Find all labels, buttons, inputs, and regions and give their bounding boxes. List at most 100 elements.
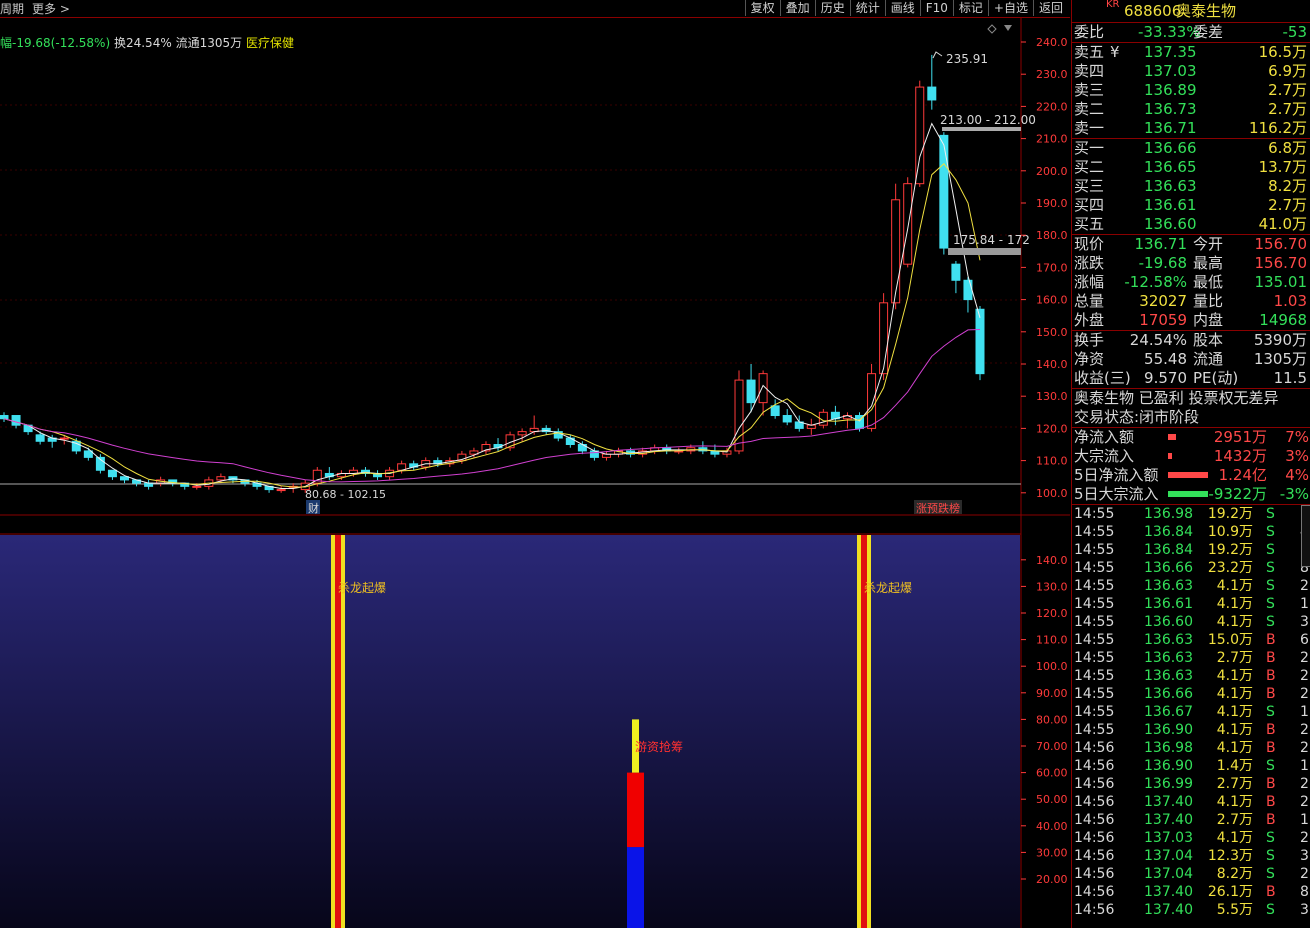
trade-count: 1 bbox=[1300, 758, 1309, 774]
fund-value-2: 5390万 bbox=[1253, 331, 1307, 349]
candle-body bbox=[107, 469, 117, 478]
quote-row: 涨幅 -12.58% 最低 135.01 bbox=[1072, 273, 1310, 292]
price-tick: 240.0 bbox=[1036, 36, 1068, 49]
trade-time: 14:55 bbox=[1074, 632, 1115, 648]
moving-average-lines bbox=[3, 122, 981, 489]
trade-time: 14:55 bbox=[1074, 722, 1115, 738]
trades-row: 14:56 137.04 8.2万 S 2 bbox=[1072, 865, 1310, 883]
trade-time: 14:55 bbox=[1074, 704, 1115, 720]
quote-value: 17059 bbox=[1139, 311, 1187, 329]
stock-name[interactable]: 奥泰生物 bbox=[1176, 0, 1236, 22]
stock-title: KR 688606 奥泰生物 bbox=[1072, 0, 1310, 23]
stock-code[interactable]: 688606 bbox=[1124, 0, 1181, 22]
trade-time: 14:55 bbox=[1074, 524, 1115, 540]
trade-volume: 4.1万 bbox=[1216, 614, 1253, 630]
sell-price: 137.35 bbox=[1144, 43, 1197, 61]
toolbar-button-1[interactable]: 叠加 bbox=[779, 0, 815, 16]
trades-row: 14:55 136.63 4.1万 B 2 bbox=[1072, 667, 1310, 685]
trade-volume: 4.1万 bbox=[1216, 740, 1253, 756]
buy-price: 136.66 bbox=[1144, 139, 1197, 157]
buy-price: 136.60 bbox=[1144, 215, 1197, 233]
sellbook-row: 卖四 137.03 6.9万 bbox=[1072, 62, 1310, 81]
flow-label: 净流入额 bbox=[1074, 428, 1135, 446]
buy-volume: 41.0万 bbox=[1258, 215, 1307, 233]
trade-volume: 19.2万 bbox=[1207, 506, 1253, 522]
candle-body bbox=[770, 405, 780, 417]
yen-icon[interactable]: ¥ bbox=[1110, 43, 1120, 62]
candle-body bbox=[192, 485, 202, 488]
trade-time: 14:55 bbox=[1074, 668, 1115, 684]
trade-volume: 5.5万 bbox=[1216, 902, 1253, 918]
sellbook-row: 卖五 137.35 16.5万 ¥ bbox=[1072, 43, 1310, 62]
buy-label: 买三 bbox=[1074, 177, 1105, 195]
price-tick: 180.0 bbox=[1036, 229, 1068, 242]
quote-label-2: 最低 bbox=[1193, 273, 1224, 291]
candle-body bbox=[951, 263, 961, 281]
candle-body bbox=[11, 415, 21, 426]
status-text-1: 奥泰生物 已盈利 投票权无差异 bbox=[1074, 389, 1279, 407]
diamond-icon[interactable] bbox=[987, 24, 997, 34]
candle-body bbox=[939, 134, 949, 249]
candle-body bbox=[144, 482, 154, 487]
fund-label: 净资 bbox=[1074, 350, 1105, 368]
toolbar-button-3[interactable]: 统计 bbox=[849, 0, 885, 16]
fund-row: 换手 24.54% 股本 5390万 bbox=[1072, 331, 1310, 350]
trade-count: 2 bbox=[1300, 722, 1309, 738]
osc-tick: 120.0 bbox=[1036, 607, 1068, 620]
quote-label-2: 最高 bbox=[1193, 254, 1224, 272]
candle-body bbox=[517, 431, 527, 436]
quote-value: -12.58% bbox=[1124, 273, 1187, 291]
trade-price: 137.03 bbox=[1144, 830, 1193, 846]
toolbar-button-7[interactable]: +自选 bbox=[987, 0, 1033, 16]
trade-volume: 2.7万 bbox=[1216, 776, 1253, 792]
trade-time: 14:56 bbox=[1074, 848, 1115, 864]
price-tick: 200.0 bbox=[1036, 165, 1068, 178]
trade-count: 2 bbox=[1300, 794, 1309, 810]
trade-price: 136.98 bbox=[1144, 506, 1193, 522]
fundamentals-block: 换手 24.54% 股本 5390万 净资 55.48 流通 1305万 收益(三) 9.570 P… bbox=[1072, 331, 1310, 389]
toolbar-button-5[interactable]: F10 bbox=[919, 0, 953, 16]
toolbar-button-2[interactable]: 历史 bbox=[814, 0, 850, 16]
flow-pct: 4% bbox=[1285, 466, 1309, 484]
price-tick: 110.0 bbox=[1036, 455, 1068, 468]
trade-volume: 8.2万 bbox=[1216, 866, 1253, 882]
trade-volume: 4.1万 bbox=[1216, 686, 1253, 702]
trade-volume: 4.1万 bbox=[1216, 578, 1253, 594]
sellbook-row: 卖一 136.71 116.2万 bbox=[1072, 119, 1310, 138]
trade-volume: 26.1万 bbox=[1207, 884, 1253, 900]
toolbar-button-4[interactable]: 画线 bbox=[884, 0, 920, 16]
toolbar-button-8[interactable]: 返回 bbox=[1032, 0, 1068, 16]
candle-body bbox=[867, 373, 877, 429]
sell-price: 137.03 bbox=[1144, 62, 1197, 80]
quote-value: 32027 bbox=[1139, 292, 1187, 310]
chart-area[interactable]: 213.00 - 212.00 175.84 - 172 235.91 80.6… bbox=[0, 18, 1070, 928]
zhangyu-label: 涨预跌榜 bbox=[916, 501, 960, 515]
quote-label: 总量 bbox=[1074, 292, 1105, 310]
quote-label: 涨幅 bbox=[1074, 273, 1105, 291]
fund-flow-block: 净流入额 2951万 7% 大宗流入 1432万 3% 5日净流入额 1.24亿 4% 5日大宗流… bbox=[1072, 428, 1310, 505]
trade-volume: 1.4万 bbox=[1216, 758, 1253, 774]
sellbook-row: 卖三 136.89 2.7万 bbox=[1072, 81, 1310, 100]
toolbar-button-0[interactable]: 复权 bbox=[744, 0, 780, 16]
low-label: 80.68 - 102.15 bbox=[305, 488, 386, 501]
sell-label: 卖三 bbox=[1074, 81, 1105, 99]
trade-side: B bbox=[1266, 632, 1276, 648]
triangle-down-icon[interactable] bbox=[1004, 25, 1012, 31]
osc-tick: 140.0 bbox=[1036, 554, 1068, 567]
more-menu[interactable]: 更多 > bbox=[32, 0, 70, 17]
trade-time: 14:55 bbox=[1074, 614, 1115, 630]
period-menu[interactable]: 周期 bbox=[0, 0, 24, 17]
band2-label: 175.84 - 172 bbox=[953, 233, 1030, 247]
trade-side: B bbox=[1266, 812, 1276, 828]
toolbar-button-6[interactable]: 标记 bbox=[952, 0, 988, 16]
scrollbar[interactable] bbox=[1301, 505, 1310, 567]
quote-value-2: 1.03 bbox=[1273, 292, 1307, 310]
status-row-1: 奥泰生物 已盈利 投票权无差异 bbox=[1072, 389, 1310, 408]
fund-label-2: 股本 bbox=[1193, 331, 1224, 349]
candle-body bbox=[963, 279, 973, 301]
trades-row: 14:56 137.40 5.5万 S 3 bbox=[1072, 901, 1310, 919]
peak-label: 235.91 bbox=[946, 52, 988, 66]
trade-price: 136.60 bbox=[1144, 614, 1193, 630]
trade-price: 137.40 bbox=[1144, 794, 1193, 810]
weibi-value: -33.33% bbox=[1138, 23, 1201, 41]
